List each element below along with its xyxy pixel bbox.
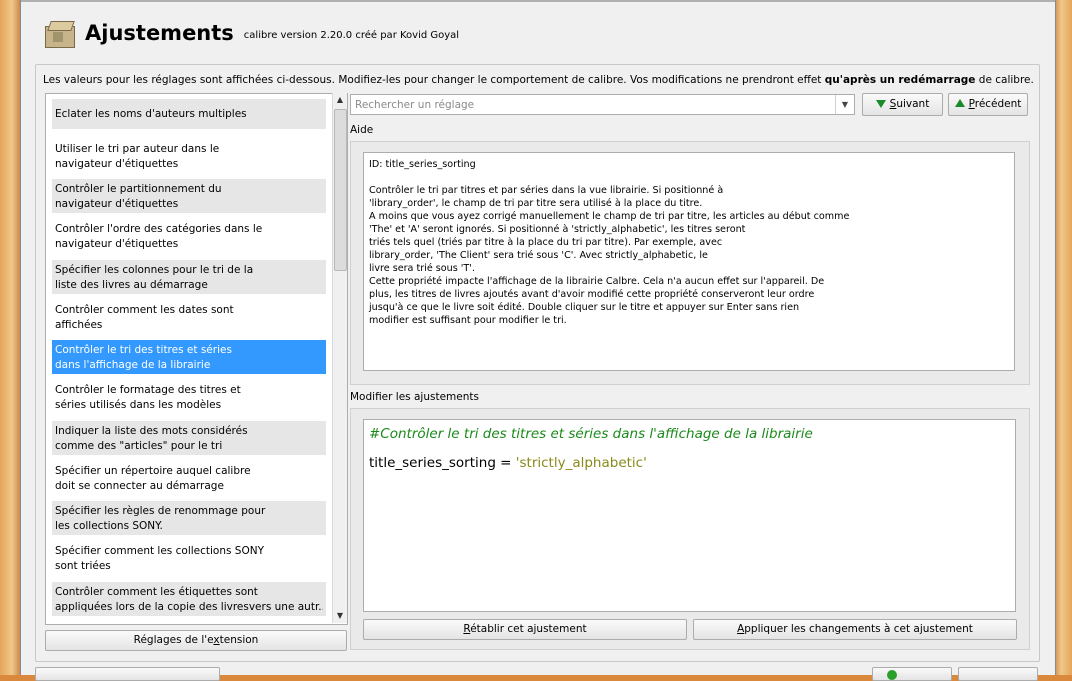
tweak-list-item-line1: Eclater les noms d'auteurs multiples (55, 108, 247, 120)
tweak-list-item[interactable]: Utiliser le tri par auteur dans le naviga… (52, 139, 326, 173)
ok-icon (887, 670, 897, 680)
ok-button[interactable] (872, 667, 952, 681)
tweak-list-item-line2: liste des livres au démarrage (55, 279, 208, 291)
tweak-list-item-line2: sont triées (55, 560, 111, 572)
arrow-up-icon (954, 99, 965, 107)
previous-button[interactable]: Précédent (948, 93, 1028, 116)
tweak-list-item-line2: les collections SONY. (55, 520, 163, 532)
search-input[interactable] (351, 95, 829, 114)
tweak-list-item-line2: séries utilisés dans les modèles (55, 399, 222, 411)
tweak-list-item[interactable]: Contrôler le partitionnement du navigateu… (52, 179, 326, 213)
bottom-left-button[interactable] (35, 667, 220, 681)
scroll-up-arrow-icon[interactable]: ▲ (333, 93, 347, 107)
tweak-list-item-line1: Utiliser le tri par auteur dans le (55, 143, 220, 155)
tweak-list-item-line1: Spécifier les colonnes pour le tri de la (55, 264, 254, 276)
editor-comment: #Contrôler le tri des titres et séries d… (369, 426, 813, 442)
tweaks-window: Ajustements calibre version 2.20.0 créé … (20, 0, 1056, 681)
tweak-list-item-line1: Contrôler le tri des titres et séries (55, 344, 232, 356)
search-combobox[interactable]: ▼ (350, 94, 855, 115)
apply-tweak-button[interactable]: Appliquer les changements à cet ajusteme… (693, 619, 1017, 640)
page-title: Ajustements (85, 21, 234, 45)
tweak-list-item-line1: Contrôler l'ordre des catégories dans le (55, 223, 263, 235)
tweak-list-item-line2: navigateur d'étiquettes (55, 158, 179, 170)
window-frame-right (1054, 0, 1072, 675)
cancel-button[interactable] (958, 667, 1038, 681)
tweak-list-item[interactable]: Spécifier les colonnes pour le tri de la… (52, 260, 326, 294)
tweak-list-item-line1: Spécifier comment les collections SONY (55, 545, 265, 557)
scrollbar-thumb[interactable] (334, 109, 347, 271)
tweak-list-item[interactable]: Contrôler comment les étiquettes sont app… (52, 582, 326, 616)
tweak-list-item-line2: affichées (55, 319, 103, 331)
info-text: Les valeurs pour les réglages sont affic… (43, 74, 1034, 86)
edit-tweaks-label: Modifier les ajustements (350, 391, 479, 403)
calibre-tweaks-icon (43, 18, 77, 48)
tweak-list-item-line2: navigateur d'étiquettes (55, 238, 179, 250)
tweak-list-item[interactable]: Eclater les noms d'auteurs multiples (52, 99, 326, 129)
extension-settings-button[interactable]: Réglages de l'extension (45, 630, 347, 651)
help-text[interactable]: ID: title_series_sorting Contrôler le tr… (363, 152, 1015, 371)
tweak-list-item-line1: Spécifier les règles de renommage pour (55, 505, 266, 517)
help-label: Aide (350, 124, 374, 136)
tweak-list-item-line2: navigateur d'étiquettes (55, 198, 179, 210)
tweak-list-item[interactable]: Spécifier comment les collections SONY so… (52, 541, 326, 575)
tweak-list-item-line2: dans l'affichage de la librairie (55, 359, 211, 371)
version-subtitle: calibre version 2.20.0 créé par Kovid Go… (243, 29, 460, 41)
tweak-list-item-line1: Contrôler comment les dates sont (55, 304, 234, 316)
tweak-list-item-line2: appliquées lors de la copie des livresve… (55, 601, 323, 613)
tweak-list-item-line2: comme des "articles" pour le tri (55, 440, 223, 452)
window-frame-left (0, 0, 20, 675)
tweak-list-item-line2: doit se connecter au démarrage (55, 480, 224, 492)
arrow-down-icon (875, 100, 886, 108)
chevron-down-icon[interactable]: ▼ (835, 95, 854, 114)
tweak-list-item-line1: Spécifier un répertoire auquel calibre (55, 465, 251, 477)
tweak-list-item[interactable]: Contrôler le formatage des titres et séri… (52, 380, 326, 414)
tweaks-list[interactable]: Eclater les noms d'auteurs multiples Util… (45, 93, 348, 625)
tweak-list-item-line1: Contrôler comment les étiquettes sont (55, 586, 258, 598)
tweak-list-item[interactable]: Spécifier les règles de renommage pour le… (52, 501, 326, 535)
tweaks-list-scrollbar[interactable]: ▲ ▼ (332, 93, 347, 623)
scroll-down-arrow-icon[interactable]: ▼ (333, 609, 347, 623)
tweak-list-item[interactable]: Contrôler le tri des titres et séries dan… (52, 340, 326, 374)
tweak-list-item-line1: Contrôler le formatage des titres et (55, 384, 241, 396)
tweak-list-item[interactable]: Contrôler comment les dates sont affichée… (52, 300, 326, 334)
tweak-list-item-line1: Indiquer la liste des mots considérés (55, 425, 248, 437)
reset-tweak-button[interactable]: Rétablir cet ajustement (363, 619, 687, 640)
next-button[interactable]: Suivant (862, 93, 943, 116)
header: Ajustements calibre version 2.20.0 créé … (43, 16, 459, 50)
tweak-list-item[interactable]: Indiquer la liste des mots considérés com… (52, 421, 326, 455)
tweak-editor[interactable]: #Contrôler le tri des titres et séries d… (363, 419, 1016, 612)
editor-code-line: title_series_sorting = 'strictly_alphabe… (369, 455, 647, 471)
tweak-list-item[interactable]: Contrôler l'ordre des catégories dans le… (52, 219, 326, 253)
tweak-list-item-line1: Contrôler le partitionnement du (55, 183, 222, 195)
tweak-list-item[interactable]: Spécifier un répertoire auquel calibre do… (52, 461, 326, 495)
